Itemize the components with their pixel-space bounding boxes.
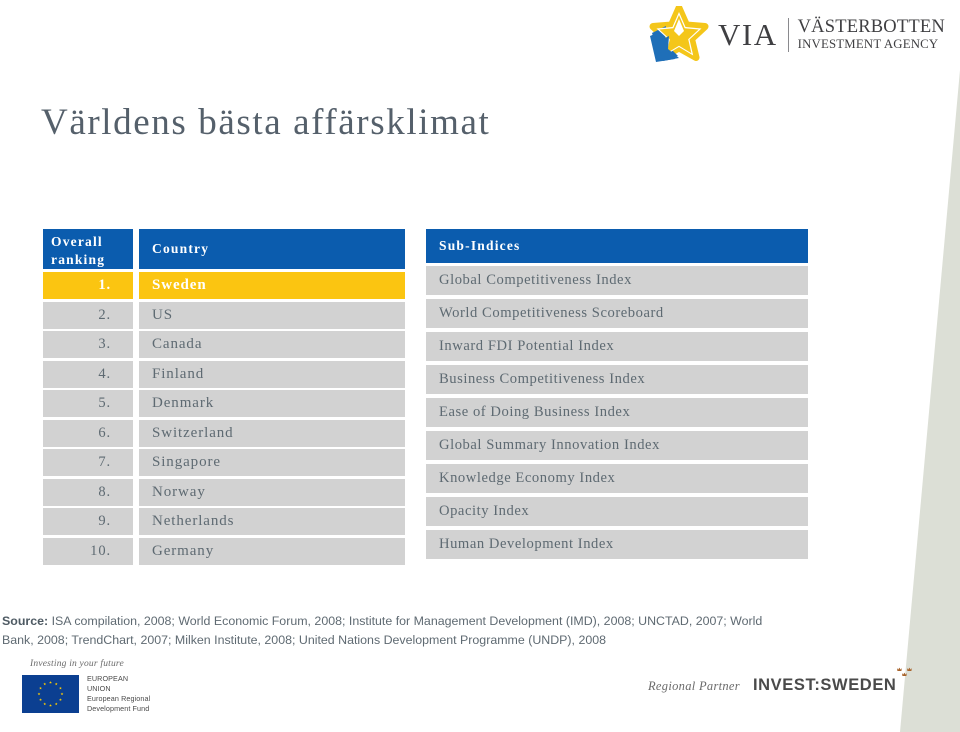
sub-index-row: World Competitiveness Scoreboard bbox=[426, 299, 808, 328]
column-header-overall-ranking: Overall ranking bbox=[43, 229, 133, 269]
rank-cell: 6. bbox=[43, 419, 133, 447]
sub-indices-table-body: Global Competitiveness Index World Compet… bbox=[426, 266, 808, 559]
rank-cell: 4. bbox=[43, 360, 133, 388]
brand-divider bbox=[787, 18, 789, 52]
european-union-flag-icon bbox=[22, 674, 79, 713]
sub-indices-table: Sub-Indices Global Competitiveness Index… bbox=[426, 229, 808, 563]
table-row: 10. Germany bbox=[43, 537, 405, 565]
sub-index-row: Knowledge Economy Index bbox=[426, 464, 808, 493]
sub-index-row: Ease of Doing Business Index bbox=[426, 398, 808, 427]
table-row: 9. Netherlands bbox=[43, 508, 405, 535]
sub-index-row: Inward FDI Potential Index bbox=[426, 332, 808, 361]
brand-wordmark: VIA VÄSTERBOTTEN INVESTMENT AGENCY bbox=[718, 17, 945, 53]
table-row: 1. Sweden bbox=[43, 272, 405, 299]
table-row: 4. Finland bbox=[43, 360, 405, 388]
brand-subtitle: VÄSTERBOTTEN INVESTMENT AGENCY bbox=[798, 18, 945, 51]
rank-cell: 1. bbox=[43, 272, 133, 299]
sub-index-row: Global Competitiveness Index bbox=[426, 266, 808, 295]
column-header-country: Country bbox=[139, 229, 405, 269]
country-cell: Switzerland bbox=[139, 419, 405, 447]
eu-line-3: European Regional bbox=[87, 693, 151, 703]
eu-tagline: Investing in your future bbox=[30, 659, 124, 669]
three-crowns-icon bbox=[897, 667, 913, 676]
brand-subtitle-line1: VÄSTERBOTTEN bbox=[797, 17, 945, 38]
invest-sweden-logo: INVEST:SWEDEN bbox=[752, 667, 913, 695]
corner-wedge-decoration bbox=[900, 70, 960, 732]
eu-line-1: EUROPEAN bbox=[87, 674, 129, 683]
country-cell: Netherlands bbox=[139, 508, 405, 535]
table-row: 5. Denmark bbox=[43, 390, 405, 417]
brand-logo: VIA VÄSTERBOTTEN INVESTMENT AGENCY bbox=[648, 4, 945, 66]
ranking-table-body: 1. Sweden 2. US 3. Canada 4. Finland 5. Denmark 6.… bbox=[43, 272, 405, 565]
eu-fund-text: EUROPEAN UNION European Regional Develop… bbox=[87, 674, 150, 714]
source-text: ISA compilation, 2008; World Economic Fo… bbox=[2, 614, 763, 647]
source-label: Source: bbox=[2, 614, 49, 628]
table-row: 6. Switzerland bbox=[43, 419, 405, 447]
country-cell: Canada bbox=[139, 331, 405, 358]
country-cell: Sweden bbox=[139, 272, 405, 299]
country-cell: US bbox=[139, 301, 405, 329]
rank-cell: 2. bbox=[43, 301, 133, 329]
rank-cell: 8. bbox=[43, 478, 133, 506]
eu-line-2: UNION bbox=[87, 683, 111, 693]
table-row: 8. Norway bbox=[43, 478, 405, 506]
ranking-table: Overall ranking Country 1. Sweden 2. US 3. Ca… bbox=[43, 229, 405, 567]
sub-index-row: Business Competitiveness Index bbox=[426, 365, 808, 394]
country-cell: Singapore bbox=[139, 449, 405, 476]
table-row: 7. Singapore bbox=[43, 449, 405, 476]
table-row: 3. Canada bbox=[43, 331, 405, 358]
rank-cell: 10. bbox=[43, 537, 133, 565]
rank-cell: 7. bbox=[43, 449, 133, 476]
eu-funding-block: Investing in your future EUROPEAN UNION … bbox=[22, 659, 322, 714]
country-cell: Finland bbox=[139, 360, 405, 388]
source-note: Source: ISA compilation, 2008; World Eco… bbox=[2, 612, 792, 649]
rank-cell: 9. bbox=[43, 508, 133, 535]
via-star-icon bbox=[649, 6, 709, 62]
ranking-table-header-row: Overall ranking Country bbox=[43, 229, 405, 269]
regional-partner-block: Regional Partner INVEST:SWEDEN bbox=[648, 667, 913, 695]
rank-cell: 5. bbox=[43, 390, 133, 417]
country-cell: Germany bbox=[139, 537, 405, 565]
table-row: 2. US bbox=[43, 301, 405, 329]
brand-subtitle-line2: INVESTMENT AGENCY bbox=[797, 37, 939, 52]
eu-line-4: Development Fund bbox=[87, 703, 150, 713]
eu-logo-row: EUROPEAN UNION European Regional Develop… bbox=[22, 674, 322, 714]
regional-partner-label: Regional Partner bbox=[648, 679, 740, 693]
sub-index-row: Global Summary Innovation Index bbox=[426, 431, 808, 460]
sub-index-row: Human Development Index bbox=[426, 530, 808, 559]
country-cell: Norway bbox=[139, 478, 405, 506]
invest-sweden-name: INVEST:SWEDEN bbox=[752, 676, 897, 694]
column-header-sub-indices: Sub-Indices bbox=[426, 229, 808, 263]
country-cell: Denmark bbox=[139, 390, 405, 417]
rank-cell: 3. bbox=[43, 331, 133, 358]
brand-acronym: VIA bbox=[718, 17, 778, 52]
sub-index-row: Opacity Index bbox=[426, 497, 808, 526]
page-title: Världens bästa affärsklimat bbox=[41, 102, 491, 143]
